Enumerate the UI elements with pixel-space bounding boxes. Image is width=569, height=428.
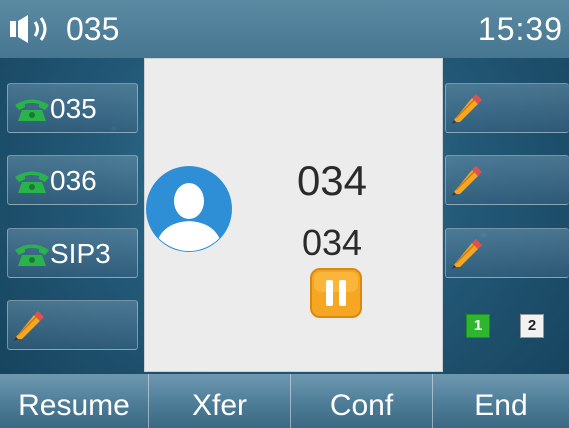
hold-icon [310, 268, 362, 318]
line-key-035[interactable]: 035 [7, 83, 138, 133]
resume-button[interactable]: Resume [0, 374, 148, 428]
pencil-icon [452, 94, 482, 124]
line-key-label: 035 [50, 93, 97, 124]
speaker-icon [10, 15, 47, 43]
phone-icon [15, 171, 49, 193]
caller-name: 034 [296, 157, 368, 204]
line-key-empty[interactable] [7, 300, 138, 350]
pencil-icon [452, 166, 482, 196]
account-page-2[interactable]: 2 [520, 314, 544, 338]
status-bar: 035 15:39 [0, 0, 569, 58]
dsskey-right-3[interactable] [445, 228, 569, 278]
caller-number: 034 [301, 222, 363, 263]
line-key-sip3[interactable]: SIP3 [7, 228, 138, 278]
line-key-036[interactable]: 036 [7, 155, 138, 205]
phone-screen: 035 15:39 035 036 SIP3 1 2 034 034 Resum… [0, 0, 569, 428]
end-button[interactable]: End [432, 374, 569, 428]
status-account: 035 [66, 11, 120, 47]
softkey-bar: Resume Xfer Conf End [0, 374, 569, 428]
contact-avatar-icon [146, 166, 232, 252]
pencil-icon [14, 311, 44, 341]
xfer-button[interactable]: Xfer [148, 374, 290, 428]
dsskey-right-1[interactable] [445, 83, 569, 133]
account-page-1[interactable]: 1 [466, 314, 490, 338]
status-time: 15:39 [477, 11, 563, 47]
dsskey-right-2[interactable] [445, 155, 569, 205]
conf-button[interactable]: Conf [290, 374, 432, 428]
phone-icon [15, 244, 49, 266]
pencil-icon [452, 239, 482, 269]
phone-icon [15, 99, 49, 121]
line-key-label: SIP3 [50, 238, 111, 269]
line-key-label: 036 [50, 165, 97, 196]
